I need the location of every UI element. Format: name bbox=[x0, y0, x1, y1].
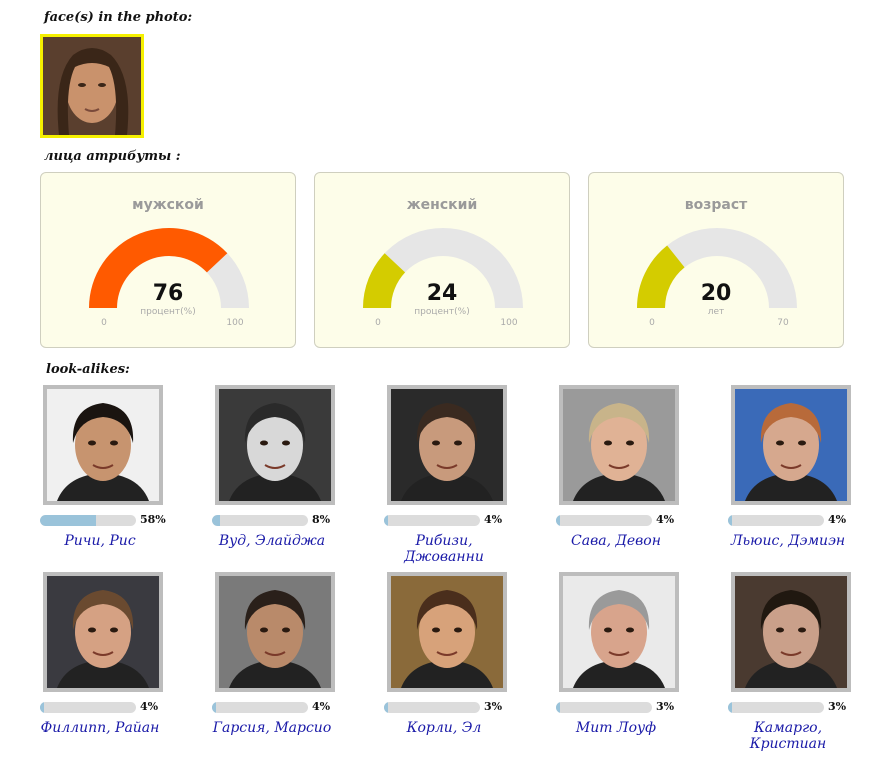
similarity-percent: 3% bbox=[828, 700, 847, 713]
similarity-percent: 8% bbox=[312, 513, 331, 526]
lookalike-photo[interactable] bbox=[731, 385, 851, 505]
similarity-bar bbox=[40, 515, 136, 526]
similarity-bar-fill bbox=[212, 702, 216, 713]
lookalike-photo[interactable] bbox=[215, 572, 335, 692]
gauge-unit: лет bbox=[707, 307, 725, 317]
gauge-panel-age: возраст 20 лет 0 70 bbox=[588, 172, 844, 348]
lookalike-photo[interactable] bbox=[559, 572, 679, 692]
similarity-bar bbox=[384, 702, 480, 713]
similarity-bar-fill bbox=[40, 515, 96, 526]
lookalike-name-link[interactable]: Мит Лоуф bbox=[548, 720, 684, 736]
gauge-arc bbox=[89, 228, 249, 308]
face-photo-image bbox=[43, 37, 141, 135]
similarity-bar-fill bbox=[384, 702, 388, 713]
gauge-unit: процент(%) bbox=[140, 307, 196, 317]
similarity-bar bbox=[212, 515, 308, 526]
similarity-bar bbox=[556, 702, 652, 713]
lookalike-name-link[interactable]: Корли, Эл bbox=[376, 720, 512, 736]
lookalike-photo[interactable] bbox=[43, 572, 163, 692]
lookalike-name-link[interactable]: Ричи, Рис bbox=[32, 533, 168, 549]
lookalike-photo[interactable] bbox=[731, 572, 851, 692]
faces-heading: face(s) in the photo: bbox=[44, 10, 193, 25]
lookalike-name-link[interactable]: Льюис, Дэмиэн bbox=[720, 533, 856, 549]
similarity-bar bbox=[728, 515, 824, 526]
portrait-image bbox=[47, 576, 159, 688]
gauge-value: 24 bbox=[426, 281, 458, 306]
gauge-arc bbox=[363, 228, 523, 308]
similarity-percent: 3% bbox=[484, 700, 503, 713]
similarity-percent: 4% bbox=[484, 513, 503, 526]
gauge-unit: процент(%) bbox=[414, 307, 470, 317]
lookalike-name-link[interactable]: Филлипп, Райан bbox=[32, 720, 168, 736]
lookalike-photo[interactable] bbox=[559, 385, 679, 505]
lookalike-photo[interactable] bbox=[387, 385, 507, 505]
attributes-heading: лица атрибуты : bbox=[44, 149, 181, 164]
similarity-percent: 4% bbox=[828, 513, 847, 526]
similarity-bar bbox=[556, 515, 652, 526]
lookalike-name-link[interactable]: Камарго, Кристиан bbox=[720, 720, 856, 752]
lookalike-photo[interactable] bbox=[43, 385, 163, 505]
gauge-min: 0 bbox=[375, 318, 381, 328]
portrait-image bbox=[391, 389, 503, 501]
gauge-arc bbox=[637, 228, 797, 308]
similarity-bar bbox=[384, 515, 480, 526]
similarity-bar bbox=[212, 702, 308, 713]
similarity-bar-fill bbox=[556, 515, 560, 526]
similarity-percent: 4% bbox=[312, 700, 331, 713]
lookalike-photo[interactable] bbox=[215, 385, 335, 505]
similarity-percent: 58% bbox=[140, 513, 166, 526]
lookalike-photo[interactable] bbox=[387, 572, 507, 692]
similarity-bar-fill bbox=[556, 702, 560, 713]
similarity-bar-fill bbox=[728, 702, 732, 713]
portrait-image bbox=[47, 389, 159, 501]
gauge-min: 0 bbox=[649, 318, 655, 328]
portrait-image bbox=[391, 576, 503, 688]
gauge-panel-male: мужской 76 процент(%) 0 100 bbox=[40, 172, 296, 348]
portrait-image bbox=[563, 389, 675, 501]
gauge-max: 100 bbox=[500, 318, 518, 328]
detected-face-thumbnail[interactable] bbox=[40, 34, 144, 138]
lookalike-name-link[interactable]: Рибизи, Джованни bbox=[376, 533, 512, 565]
similarity-bar bbox=[40, 702, 136, 713]
gauge-panel-female: женский 24 процент(%) 0 100 bbox=[314, 172, 570, 348]
gauge-value: 20 bbox=[700, 281, 732, 306]
similarity-percent: 4% bbox=[140, 700, 159, 713]
portrait-image bbox=[563, 576, 675, 688]
lookalike-name-link[interactable]: Сава, Девон bbox=[548, 533, 684, 549]
gauge-max: 100 bbox=[226, 318, 244, 328]
similarity-bar bbox=[728, 702, 824, 713]
portrait-image bbox=[735, 576, 847, 688]
similarity-percent: 3% bbox=[656, 700, 675, 713]
similarity-bar-fill bbox=[40, 702, 44, 713]
portrait-image bbox=[735, 389, 847, 501]
gauge-value: 76 bbox=[152, 281, 184, 306]
similarity-bar-fill bbox=[384, 515, 388, 526]
gauge-max: 70 bbox=[777, 318, 789, 328]
lookalike-name-link[interactable]: Гарсия, Марсио bbox=[204, 720, 340, 736]
portrait-image bbox=[219, 389, 331, 501]
similarity-percent: 4% bbox=[656, 513, 675, 526]
portrait-image bbox=[219, 576, 331, 688]
lookalikes-heading: look-alikes: bbox=[46, 362, 130, 377]
gauge-min: 0 bbox=[101, 318, 107, 328]
similarity-bar-fill bbox=[728, 515, 732, 526]
similarity-bar-fill bbox=[212, 515, 220, 526]
lookalike-name-link[interactable]: Вуд, Элайджа bbox=[204, 533, 340, 549]
